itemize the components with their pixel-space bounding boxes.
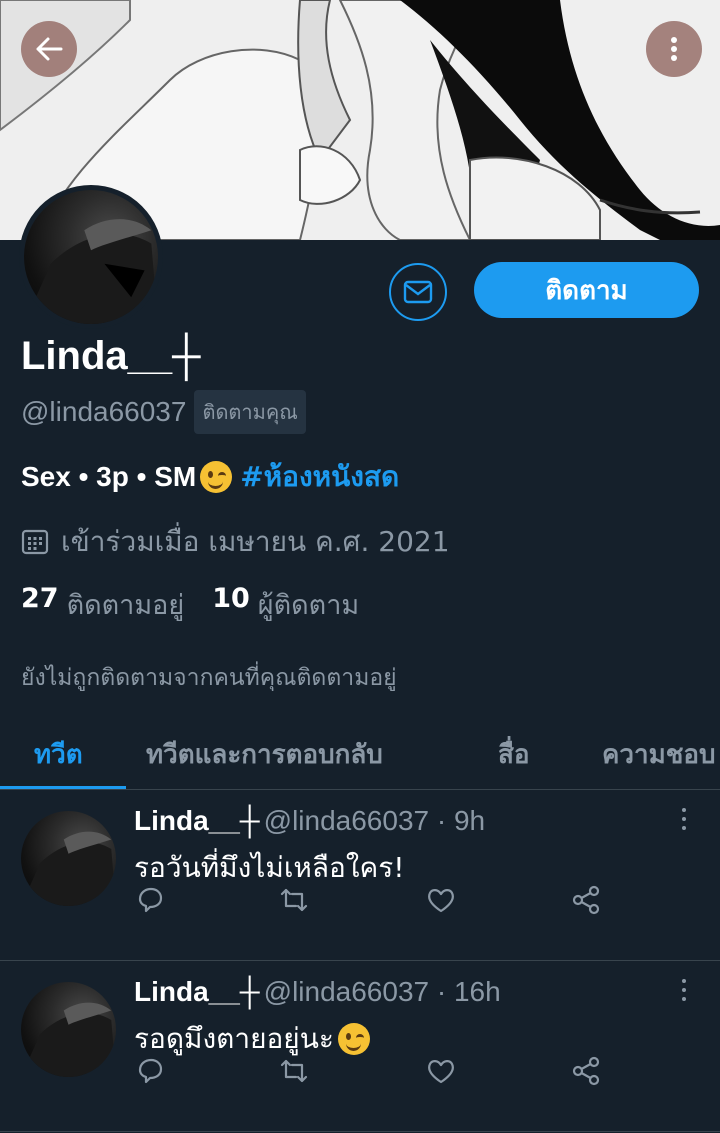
follow-button[interactable]: ติดตาม bbox=[474, 262, 699, 318]
wink-emoji-icon bbox=[337, 1023, 370, 1055]
follow-counts: 27 ติดตามอยู่ 10 ผู้ติดตาม bbox=[21, 583, 387, 626]
arrow-left-icon bbox=[36, 37, 63, 61]
tweet-meta: @linda66037 · 9h bbox=[263, 805, 486, 836]
followers-count: 10 bbox=[212, 583, 250, 614]
profile-avatar[interactable] bbox=[19, 185, 163, 329]
followers-label: ผู้ติดตาม bbox=[257, 590, 360, 621]
more-vertical-icon bbox=[671, 37, 677, 61]
retweet-icon[interactable] bbox=[278, 1055, 310, 1087]
handle-row: @linda66037 ติดตามคุณ bbox=[21, 390, 306, 434]
display-name: Linda__┼ bbox=[21, 334, 201, 378]
bio-hashtag-link[interactable]: #ห้องหนังสด bbox=[240, 455, 399, 499]
tweet[interactable]: Linda__┼ @linda66037 · 9h รอวันที่มึงไม่… bbox=[0, 791, 720, 961]
back-button[interactable] bbox=[21, 21, 77, 77]
reply-icon[interactable] bbox=[134, 1055, 166, 1087]
tweet-header: Linda__┼ @linda66037 · 9h bbox=[134, 805, 485, 837]
followers-link[interactable]: 10 ผู้ติดตาม bbox=[212, 583, 359, 626]
tweet-author-name: Linda__┼ bbox=[134, 976, 260, 1007]
wink-emoji-icon bbox=[200, 461, 233, 493]
follows-you-badge: ติดตามคุณ bbox=[194, 390, 306, 434]
tab-media[interactable]: สื่อ bbox=[498, 734, 529, 775]
active-tab-indicator bbox=[0, 786, 126, 789]
profile-tabs: ทวีต ทวีตและการตอบกลับ สื่อ ความชอบ bbox=[0, 720, 720, 790]
share-icon[interactable] bbox=[570, 1055, 602, 1087]
message-button[interactable] bbox=[389, 263, 447, 321]
tweet-actions bbox=[0, 884, 720, 924]
not-followed-note: ยังไม่ถูกติดตามจากคนที่คุณติดตามอยู่ bbox=[21, 665, 397, 691]
following-label: ติดตามอยู่ bbox=[66, 590, 185, 621]
more-options-button[interactable] bbox=[646, 21, 702, 77]
bio: Sex • 3p • SM #ห้องหนังสด bbox=[21, 455, 399, 499]
joined-text: เข้าร่วมเมื่อ เมษายน ค.ศ. 2021 bbox=[61, 525, 450, 558]
reply-icon[interactable] bbox=[134, 884, 166, 916]
tweet-author-name: Linda__┼ bbox=[134, 805, 260, 836]
tab-likes[interactable]: ความชอบ bbox=[602, 734, 716, 775]
like-heart-icon[interactable] bbox=[425, 884, 457, 916]
tab-tweets[interactable]: ทวีต bbox=[34, 734, 83, 775]
joined-date: เข้าร่วมเมื่อ เมษายน ค.ศ. 2021 bbox=[21, 520, 450, 564]
user-handle: @linda66037 bbox=[21, 396, 187, 427]
tweet[interactable]: Linda__┼ @linda66037 · 16h รอดูมึงตายอยู… bbox=[0, 962, 720, 1132]
tweet-actions bbox=[0, 1055, 720, 1095]
tweet-more-icon[interactable] bbox=[672, 976, 696, 1004]
bio-text: Sex • 3p • SM bbox=[21, 461, 197, 492]
following-link[interactable]: 27 ติดตามอยู่ bbox=[21, 583, 184, 626]
tab-tweets-replies[interactable]: ทวีตและการตอบกลับ bbox=[146, 734, 383, 775]
envelope-icon bbox=[403, 280, 433, 304]
tweet-header: Linda__┼ @linda66037 · 16h bbox=[134, 976, 501, 1008]
calendar-icon bbox=[21, 529, 49, 555]
tweet-meta: @linda66037 · 16h bbox=[263, 976, 501, 1007]
avatar-photo bbox=[24, 219, 158, 324]
following-count: 27 bbox=[21, 583, 59, 614]
retweet-icon[interactable] bbox=[278, 884, 310, 916]
tweet-more-icon[interactable] bbox=[672, 805, 696, 833]
share-icon[interactable] bbox=[570, 884, 602, 916]
like-heart-icon[interactable] bbox=[425, 1055, 457, 1087]
